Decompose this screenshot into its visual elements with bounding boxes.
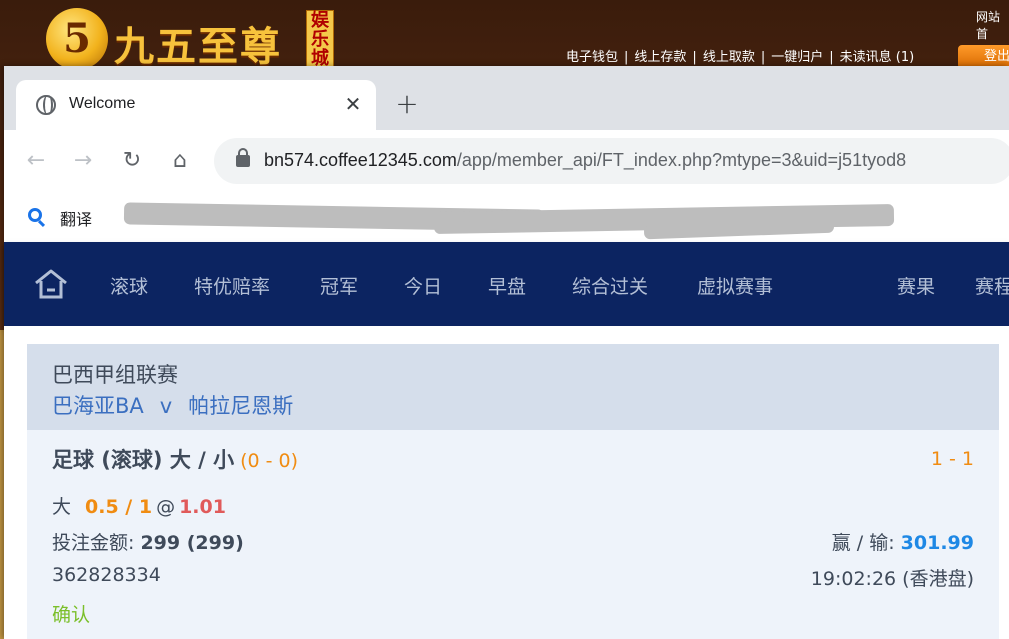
browser-window: Welcome ✕ + ← → ↻ ⌂ bn574.coffee12345.co… [4,66,1009,639]
link-deposit[interactable]: 线上存款 [634,50,686,65]
home-icon[interactable] [34,268,68,300]
nav-item-virtual[interactable]: 虚拟赛事 [697,272,773,299]
tab-welcome[interactable]: Welcome ✕ [16,80,376,130]
url-text: bn574.coffee12345.com/app/member_api/FT_… [264,150,906,171]
site-home-link[interactable]: 网站首 [976,8,1009,42]
tab-strip: Welcome ✕ + [4,66,1009,130]
handicap-line: 0.5 / 1 [85,496,153,518]
ticket-id: 362828334 [52,564,161,586]
nav-item-parlay[interactable]: 综合过关 [572,272,648,299]
nav-item-live[interactable]: 滚球 [110,272,148,299]
bet-details: 巴西甲组联赛 巴海亚BA v 帕拉尼恩斯 足球 (滚球) 大 / 小 (0 - 0) … [4,326,1009,639]
new-tab-icon[interactable]: + [393,90,421,118]
home-team: 巴海亚BA [52,394,144,418]
nav-item-early[interactable]: 早盘 [488,272,526,299]
win-loss: 赢 / 输: 301.99 [832,528,974,555]
live-score: 1 - 1 [930,448,974,470]
stake-value: 299 (299) [140,532,244,554]
odds-value: 1.01 [179,496,226,518]
bookmark-translate[interactable]: 翻译 [60,206,92,230]
nav-item-today[interactable]: 今日 [404,272,442,299]
link-withdraw[interactable]: 线上取款 [703,50,755,65]
home-icon[interactable]: ⌂ [166,147,194,175]
url-host: bn574.coffee12345.com [264,150,457,170]
globe-icon [36,95,56,115]
url-path: /app/member_api/FT_index.php?mtype=3&uid… [456,150,907,170]
winloss-value: 301.99 [900,532,974,554]
score-at-bet: (0 - 0) [240,450,299,472]
match-teams: 巴海亚BA v 帕拉尼恩斯 [52,390,293,420]
link-wallet[interactable]: 电子钱包 [566,50,618,65]
at-symbol: @ [156,496,176,518]
bet-type-title: 足球 (滚球) 大 / 小 (0 - 0) [52,444,298,474]
match-header: 巴西甲组联赛 巴海亚BA v 帕拉尼恩斯 [27,344,999,430]
forward-arrow-icon[interactable]: → [69,147,97,175]
nav-item-special-odds[interactable]: 特优赔率 [194,272,270,299]
casino-badge: 娱乐城 [306,10,334,68]
stake-label: 投注金额: [52,532,135,554]
selection-label: 大 [52,496,72,518]
nav-item-results[interactable]: 赛果 [897,272,935,299]
nav-item-schedule[interactable]: 赛程 [975,272,1009,299]
bet-selection: 大 0.5 / 1 @1.01 [52,492,226,519]
lock-icon [236,148,250,167]
bet-card: 足球 (滚球) 大 / 小 (0 - 0) 1 - 1 大 0.5 / 1 @1.01… [27,430,999,639]
sport-navigation: 滚球 特优赔率 冠军 今日 早盘 综合过关 虚拟赛事 赛果 赛程 [4,242,1009,326]
tab-title: Welcome [69,95,136,112]
winloss-label: 赢 / 输: [831,532,895,554]
bookmarks-bar: 翻译 [4,192,1009,242]
account-links: 电子钱包 | 线上存款 | 线上取款 | 一键归户 | 未读讯息 (1) [566,50,915,65]
casino-title: 九五至尊 [114,23,282,70]
close-icon[interactable]: ✕ [340,91,366,117]
link-unread-messages[interactable]: 未读讯息 (1) [840,50,915,65]
status-badge: 确认 [52,604,91,626]
page-content: 滚球 特优赔率 冠军 今日 早盘 综合过关 虚拟赛事 赛果 赛程 巴西甲组联赛 … [4,242,1009,639]
search-icon [28,208,42,222]
away-team: 帕拉尼恩斯 [188,394,294,418]
nav-item-outright[interactable]: 冠军 [320,272,358,299]
league-name: 巴西甲组联赛 [52,363,178,387]
browser-toolbar: ← → ↻ ⌂ bn574.coffee12345.com/app/member… [4,130,1009,192]
reload-icon[interactable]: ↻ [118,147,146,175]
back-arrow-icon[interactable]: ← [22,147,50,175]
bet-time: 19:02:26 (香港盘) [810,568,974,590]
versus-label: v [159,394,173,418]
link-consolidate[interactable]: 一键归户 [771,50,823,65]
bet-type: 足球 (滚球) 大 / 小 [52,448,235,472]
stake-amount: 投注金额: 299 (299) [52,528,244,555]
casino-logo-icon: 5 [46,8,108,70]
address-bar[interactable]: bn574.coffee12345.com/app/member_api/FT_… [214,138,1009,184]
